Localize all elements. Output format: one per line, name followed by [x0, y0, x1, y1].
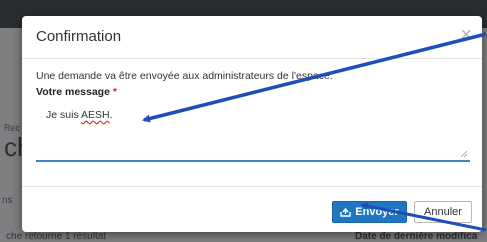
- dialog-title: Confirmation: [36, 28, 122, 45]
- message-label-text: Votre message: [36, 86, 110, 98]
- message-field-label: Votre message *: [36, 86, 117, 98]
- dialog-footer: Envoyer Annuler: [22, 186, 482, 233]
- background-label-fragment: ns: [2, 195, 13, 206]
- close-icon[interactable]: ×: [460, 24, 472, 47]
- message-value-prefix: Je suis: [46, 109, 82, 121]
- dialog-header: Confirmation ×: [22, 16, 482, 59]
- resize-handle-icon[interactable]: [460, 150, 468, 158]
- dialog-info-text: Une demande va être envoyée aux administ…: [36, 70, 333, 82]
- confirmation-dialog: Confirmation × Une demande va être envoy…: [22, 16, 482, 232]
- message-textarea[interactable]: Je suis AESH.: [36, 102, 470, 162]
- message-value: Je suis AESH.: [46, 109, 113, 121]
- message-value-word: AESH: [81, 109, 110, 121]
- required-marker: *: [112, 86, 117, 98]
- message-value-suffix: .: [109, 109, 113, 121]
- send-icon: [340, 207, 351, 217]
- cancel-button[interactable]: Annuler: [414, 201, 472, 223]
- send-button[interactable]: Envoyer: [332, 201, 407, 223]
- send-button-label: Envoyer: [355, 206, 399, 218]
